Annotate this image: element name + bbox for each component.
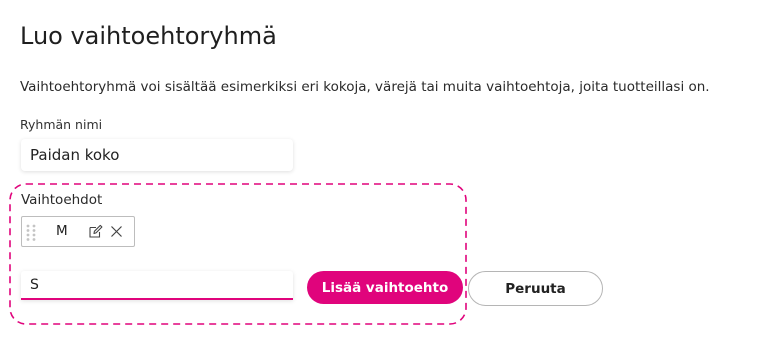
drag-handle-icon[interactable] (25, 223, 37, 241)
page-title: Luo vaihtoehtoryhmä (20, 22, 277, 50)
edit-icon[interactable] (88, 224, 103, 239)
option-chip[interactable]: M (21, 216, 135, 247)
page-description: Vaihtoehtoryhmä voi sisältää esimerkiksi… (20, 79, 710, 95)
group-name-input[interactable] (21, 139, 293, 171)
close-icon[interactable] (110, 225, 123, 238)
option-chip-label: M (56, 223, 68, 239)
group-name-label: Ryhmän nimi (20, 117, 103, 132)
add-option-button[interactable]: Lisää vaihtoehto (307, 271, 463, 304)
options-label: Vaihtoehdot (21, 192, 103, 208)
options-section: Vaihtoehdot M Lisää vaihtoehto (9, 183, 467, 325)
new-option-input[interactable] (21, 271, 293, 300)
cancel-button[interactable]: Peruuta (468, 271, 603, 306)
